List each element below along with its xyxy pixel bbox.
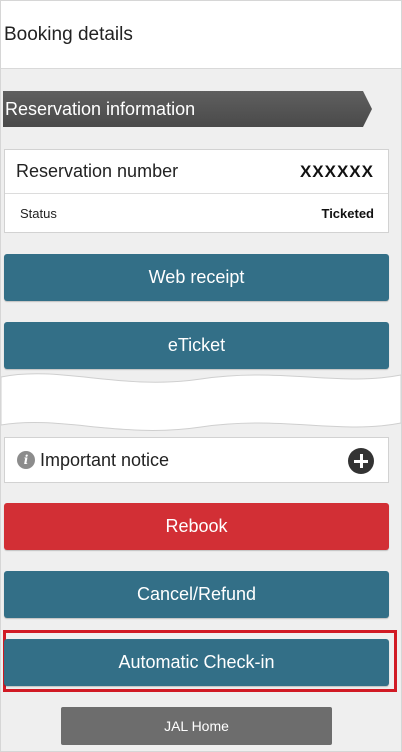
section-bar-reservation: Reservation information — [3, 91, 372, 127]
booking-details-screen: Booking details Reservation information … — [0, 0, 402, 752]
content-break-wave — [1, 373, 401, 431]
jal-home-button[interactable]: JAL Home — [61, 707, 332, 745]
page-title: Booking details — [4, 23, 133, 45]
reservation-number-label: Reservation number — [16, 161, 179, 181]
reservation-number-value: XXXXXX — [299, 161, 374, 181]
important-notice-row[interactable]: i Important notice — [4, 437, 389, 483]
info-icon: i — [17, 451, 35, 469]
status-row: Status Ticketed — [5, 194, 388, 232]
page-header: Booking details — [1, 1, 401, 69]
plus-icon[interactable] — [348, 448, 374, 474]
section-title: Reservation information — [5, 99, 196, 119]
rebook-button[interactable]: Rebook — [4, 503, 389, 550]
reservation-card: Reservation number XXXXXX Status Tickete… — [4, 149, 389, 233]
important-notice-label: Important notice — [40, 449, 170, 470]
web-receipt-button[interactable]: Web receipt — [4, 254, 389, 301]
eticket-button[interactable]: eTicket — [4, 322, 389, 369]
automatic-check-in-button[interactable]: Automatic Check-in — [4, 639, 389, 686]
reservation-number-row: Reservation number XXXXXX — [5, 150, 388, 194]
cancel-refund-button[interactable]: Cancel/Refund — [4, 571, 389, 618]
status-label: Status — [20, 205, 57, 221]
status-value: Ticketed — [321, 205, 374, 221]
